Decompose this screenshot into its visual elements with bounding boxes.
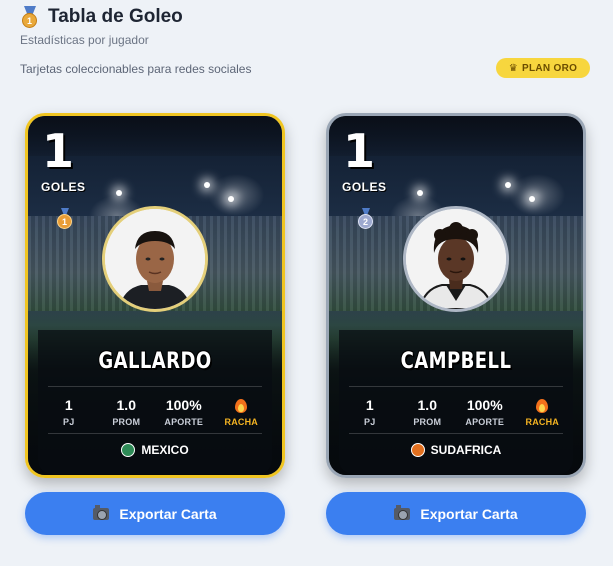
- player-surname: CAMPBELL: [400, 349, 512, 374]
- country-row: MEXICO: [28, 443, 282, 457]
- crown-icon: ♛: [508, 62, 519, 74]
- player-photo: [403, 206, 509, 312]
- player-card-gallardo: 1 GOLES 1 GALLARDO 1 PJ 1.0 PROM 100% AP…: [25, 113, 285, 478]
- divider: [349, 386, 563, 387]
- goals-count: 1: [343, 124, 376, 178]
- stat-racha: RACHA: [514, 397, 572, 427]
- divider: [48, 386, 262, 387]
- title-row: 1 Tabla de Goleo: [20, 6, 183, 28]
- player-portrait-icon: [105, 209, 205, 309]
- player-photo: [102, 206, 208, 312]
- country-name: MEXICO: [141, 443, 189, 457]
- export-button-label: Exportar Carta: [420, 505, 518, 522]
- tagline: Tarjetas coleccionables para redes socia…: [20, 62, 252, 76]
- country-name: SUDAFRICA: [430, 443, 502, 457]
- stat-aporte: 100% APORTE: [164, 397, 204, 427]
- rank-medal-icon: 2: [358, 214, 373, 229]
- goals-count: 1: [42, 124, 75, 178]
- divider: [48, 433, 262, 434]
- camera-icon: [394, 504, 411, 520]
- stat-pj: 1 PJ: [364, 397, 376, 427]
- fire-icon: [235, 397, 248, 413]
- stat-prom: 1.0 PROM: [413, 397, 442, 427]
- page-subtitle: Estadísticas por jugador: [20, 33, 149, 47]
- country-row: SUDAFRICA: [329, 443, 583, 457]
- player-stats: 1 PJ 1.0 PROM 100% APORTE RACHA: [341, 397, 571, 427]
- fire-icon: [536, 397, 549, 413]
- stat-pj: 1 PJ: [63, 397, 75, 427]
- stat-racha: RACHA: [213, 397, 271, 427]
- medal-icon: 1: [20, 6, 40, 28]
- goals-label: GOLES: [41, 180, 86, 194]
- player-surname: GALLARDO: [98, 349, 212, 374]
- export-card-button[interactable]: Exportar Carta: [25, 492, 285, 535]
- stat-prom: 1.0 PROM: [112, 397, 141, 427]
- export-button-label: Exportar Carta: [119, 505, 217, 522]
- country-flag-icon: [121, 443, 136, 457]
- player-card-campbell: 1 GOLES 2 CAMPBELL 1 PJ 1.0 PROM 100% AP…: [326, 113, 586, 478]
- player-portrait-icon: [406, 209, 506, 309]
- stat-aporte: 100% APORTE: [465, 397, 505, 427]
- player-stats: 1 PJ 1.0 PROM 100% APORTE RACHA: [40, 397, 270, 427]
- plan-badge-label: PLAN ORO: [522, 62, 578, 74]
- page-title: Tabla de Goleo: [48, 6, 183, 27]
- divider: [349, 433, 563, 434]
- country-flag-icon: [410, 443, 425, 457]
- plan-badge: ♛ PLAN ORO: [496, 58, 590, 78]
- export-card-button[interactable]: Exportar Carta: [326, 492, 586, 535]
- page-header: 1 Tabla de Goleo Estadísticas por jugado…: [20, 6, 183, 47]
- rank-medal-icon: 1: [57, 214, 72, 229]
- goals-label: GOLES: [342, 180, 387, 194]
- camera-icon: [93, 504, 110, 520]
